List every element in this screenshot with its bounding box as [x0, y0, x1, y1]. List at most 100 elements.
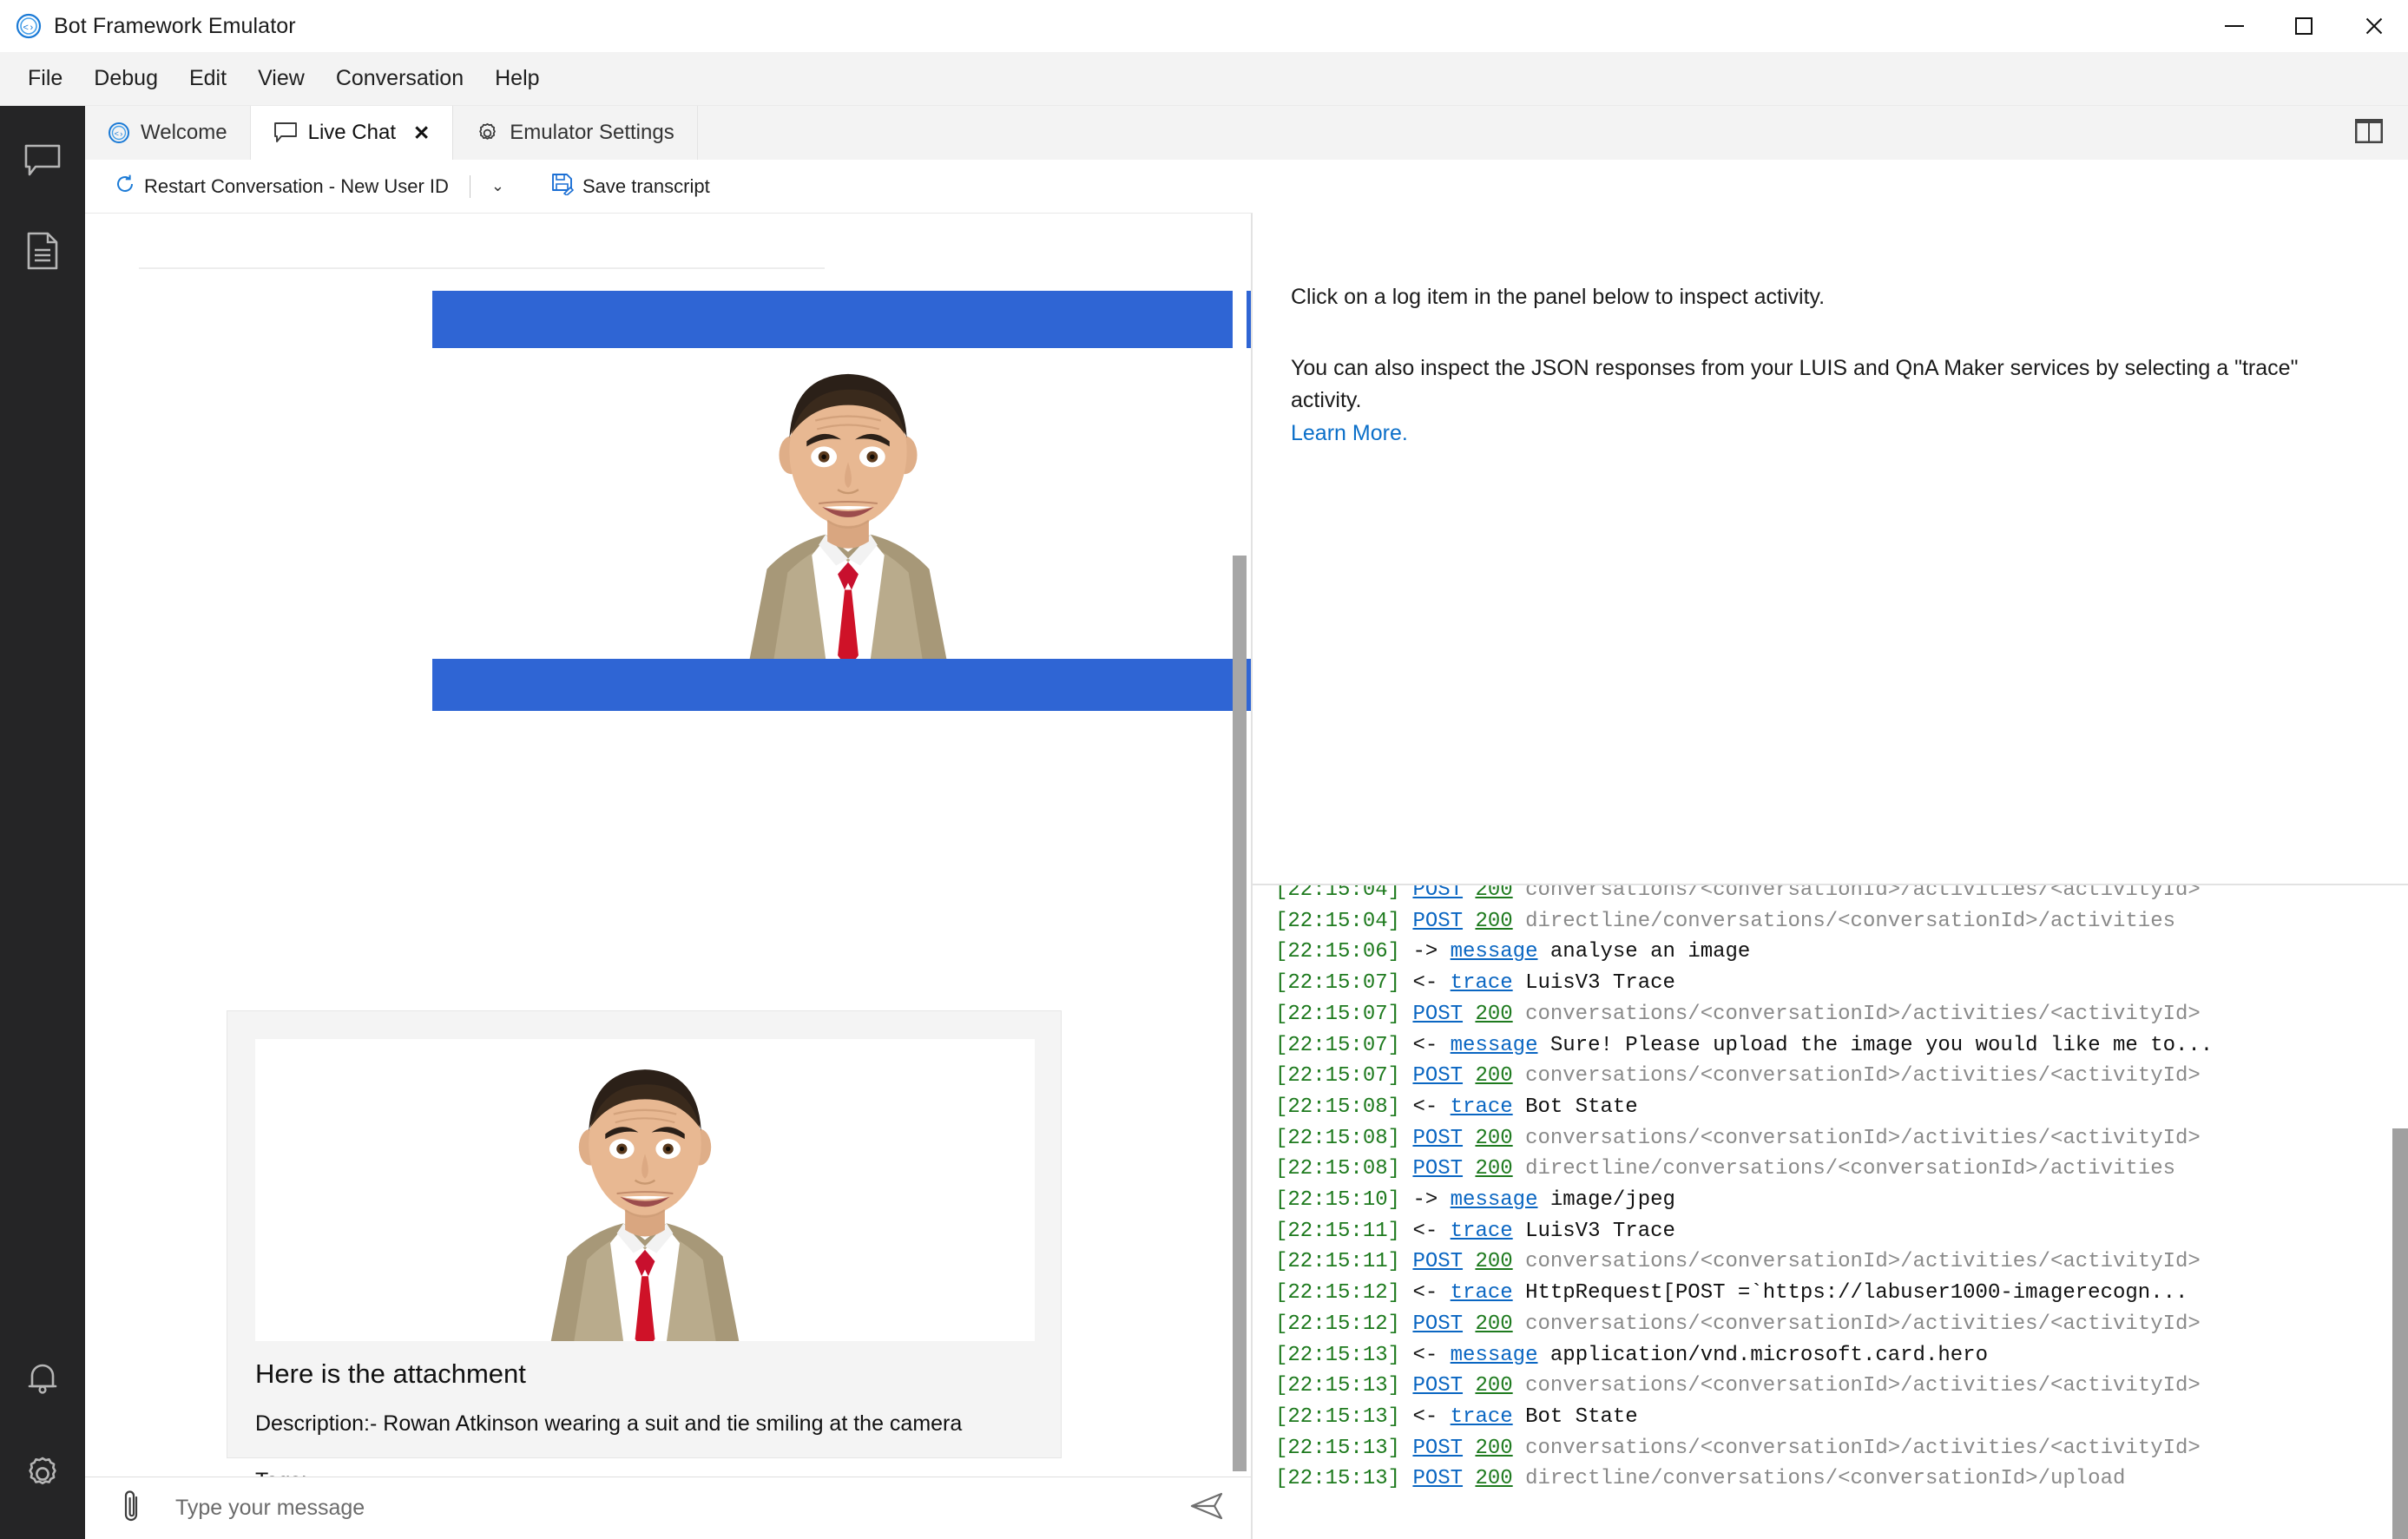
log-entry[interactable]: [22:15:13] POST 200 conversations/<conve…: [1275, 1433, 2395, 1464]
log-entry-url: directline/conversations/<conversationId…: [1512, 1157, 2175, 1181]
log-entry[interactable]: [22:15:10] -> message image/jpeg: [1275, 1185, 2395, 1216]
bot-framework-logo-icon: <›: [16, 13, 42, 39]
log-entry[interactable]: [22:15:07] <- message Sure! Please uploa…: [1275, 1030, 2395, 1062]
log-entry-verb[interactable]: message: [1451, 1344, 1538, 1367]
log-entry-timestamp: [22:15:13]: [1275, 1404, 1413, 1429]
log-scrollbar-thumb[interactable]: [2392, 1128, 2408, 1539]
minimize-icon: [2225, 25, 2244, 27]
log-entry-status[interactable]: 200: [1475, 885, 1512, 902]
log-entry-verb[interactable]: POST: [1412, 885, 1463, 902]
log-entry[interactable]: [22:15:04] POST 200 directline/conversat…: [1275, 906, 2395, 937]
log-entry-status[interactable]: 200: [1475, 1437, 1512, 1460]
log-entry-status[interactable]: 200: [1475, 1250, 1512, 1273]
hero-card-photo: [432, 348, 1257, 659]
log-entry[interactable]: [22:15:12] <- trace HttpRequest[POST =`h…: [1275, 1278, 2395, 1309]
log-entry[interactable]: [22:15:08] POST 200 directline/conversat…: [1275, 1154, 2395, 1185]
log-entry-verb[interactable]: POST: [1412, 910, 1463, 933]
log-entry[interactable]: [22:15:06] -> message analyse an image: [1275, 937, 2395, 968]
log-entry-status[interactable]: 200: [1475, 1467, 1512, 1490]
tab-close-icon[interactable]: ✕: [413, 122, 430, 143]
conversation-toolbar: Restart Conversation - New User ID ⌄ Sav…: [85, 160, 1257, 214]
maximize-button[interactable]: [2269, 0, 2339, 52]
window-title: Bot Framework Emulator: [54, 13, 296, 38]
log-entry-verb[interactable]: POST: [1412, 1312, 1463, 1336]
log-entry[interactable]: [22:15:07] POST 200 conversations/<conve…: [1275, 999, 2395, 1030]
log-entry[interactable]: [22:15:08] POST 200 conversations/<conve…: [1275, 1123, 2395, 1154]
sidebar-item-notifications[interactable]: [16, 1352, 69, 1405]
log-entry-status[interactable]: 200: [1475, 1127, 1512, 1150]
log-entry-direction: ->: [1412, 1188, 1451, 1213]
log-entry[interactable]: [22:15:13] <- trace Bot State: [1275, 1402, 2395, 1433]
restart-options-chevron-down-icon[interactable]: ⌄: [483, 177, 513, 195]
menu-item-file[interactable]: File: [12, 61, 78, 96]
log-entry-timestamp: [22:15:08]: [1275, 1095, 1413, 1119]
log-entry-status[interactable]: 200: [1475, 1157, 1512, 1181]
tab-live-chat[interactable]: Live Chat ✕: [250, 106, 454, 160]
split-layout-toggle[interactable]: [2330, 106, 2408, 160]
log-entry-verb[interactable]: POST: [1412, 1467, 1463, 1490]
learn-more-link[interactable]: Learn More.: [1291, 421, 1408, 445]
log-entry-verb[interactable]: message: [1451, 1034, 1538, 1057]
message-input[interactable]: [153, 1496, 1181, 1521]
log-entry-verb[interactable]: trace: [1451, 971, 1513, 995]
log-entry[interactable]: [22:15:04] POST 200 conversations/<conve…: [1275, 885, 2395, 906]
log-entry-verb[interactable]: trace: [1451, 1405, 1513, 1429]
left-activity-rail: [0, 106, 85, 1539]
log-entry[interactable]: [22:15:13] POST 200 directline/conversat…: [1275, 1463, 2395, 1495]
log-entry-timestamp: [22:15:08]: [1275, 1126, 1413, 1150]
log-entry-message: Sure! Please upload the image you would …: [1537, 1033, 2214, 1057]
log-entry-direction: <-: [1412, 1095, 1451, 1119]
log-entry-status[interactable]: 200: [1475, 1003, 1512, 1026]
log-entry[interactable]: [22:15:12] POST 200 conversations/<conve…: [1275, 1309, 2395, 1340]
log-entry-status[interactable]: 200: [1475, 910, 1512, 933]
log-entry[interactable]: [22:15:11] <- trace LuisV3 Trace: [1275, 1216, 2395, 1247]
menu-item-conversation[interactable]: Conversation: [320, 61, 479, 96]
attach-file-button[interactable]: [109, 1488, 153, 1529]
attachment-hero-card[interactable]: Here is the attachment Description:- Row…: [227, 1010, 1062, 1477]
log-entry-verb[interactable]: trace: [1451, 1281, 1513, 1305]
close-button[interactable]: [2339, 0, 2408, 52]
log-entry-verb[interactable]: message: [1451, 1188, 1538, 1212]
minimize-button[interactable]: [2200, 0, 2269, 52]
log-entry-verb[interactable]: POST: [1412, 1003, 1463, 1026]
chat-scrollbar-thumb[interactable]: [1233, 556, 1247, 1471]
log-entry-url: directline/conversations/<conversationId…: [1512, 1467, 2126, 1491]
log-entry-status[interactable]: 200: [1475, 1374, 1512, 1398]
hero-card-image[interactable]: [432, 291, 1257, 711]
log-entry-verb[interactable]: message: [1451, 940, 1538, 964]
tab-emulator-settings[interactable]: Emulator Settings: [453, 106, 698, 160]
log-entry-timestamp: [22:15:11]: [1275, 1219, 1413, 1243]
log-entry-verb[interactable]: POST: [1412, 1157, 1463, 1181]
log-entry[interactable]: [22:15:13] <- message application/vnd.mi…: [1275, 1340, 2395, 1371]
log-entry[interactable]: [22:15:07] POST 200 conversations/<conve…: [1275, 1061, 2395, 1092]
log-entry[interactable]: [22:15:07] <- trace LuisV3 Trace: [1275, 968, 2395, 999]
send-message-button[interactable]: [1181, 1491, 1233, 1525]
maximize-icon: [2295, 17, 2313, 35]
log-entry-verb[interactable]: POST: [1412, 1127, 1463, 1150]
log-entry-timestamp: [22:15:07]: [1275, 1033, 1413, 1057]
log-entry[interactable]: [22:15:08] <- trace Bot State: [1275, 1092, 2395, 1123]
menu-item-view[interactable]: View: [242, 61, 320, 96]
log-entry-verb[interactable]: POST: [1412, 1374, 1463, 1398]
log-entry[interactable]: [22:15:13] POST 200 conversations/<conve…: [1275, 1371, 2395, 1402]
log-entry-verb[interactable]: trace: [1451, 1095, 1513, 1119]
log-entry-verb[interactable]: trace: [1451, 1220, 1513, 1243]
log-entry-status[interactable]: 200: [1475, 1312, 1512, 1336]
menu-item-edit[interactable]: Edit: [174, 61, 242, 96]
menu-item-help[interactable]: Help: [479, 61, 555, 96]
log-entry[interactable]: [22:15:11] POST 200 conversations/<conve…: [1275, 1246, 2395, 1278]
log-entry-verb[interactable]: POST: [1412, 1437, 1463, 1460]
log-entry-verb[interactable]: POST: [1412, 1250, 1463, 1273]
sidebar-item-resources[interactable]: [16, 224, 69, 278]
menu-item-debug[interactable]: Debug: [78, 61, 174, 96]
log-entry-url: conversations/<conversationId>/activitie…: [1512, 1002, 2201, 1026]
save-transcript-button[interactable]: Save transcript: [543, 168, 719, 206]
tab-welcome[interactable]: <› Welcome: [85, 106, 251, 160]
sidebar-item-settings[interactable]: [16, 1447, 69, 1501]
svg-text:<›: <›: [23, 23, 34, 34]
log-entry-verb[interactable]: POST: [1412, 1064, 1463, 1088]
log-entry-timestamp: [22:15:13]: [1275, 1374, 1413, 1398]
sidebar-item-chat[interactable]: [16, 134, 69, 187]
log-entry-status[interactable]: 200: [1475, 1064, 1512, 1088]
restart-conversation-button[interactable]: Restart Conversation - New User ID: [106, 168, 457, 205]
